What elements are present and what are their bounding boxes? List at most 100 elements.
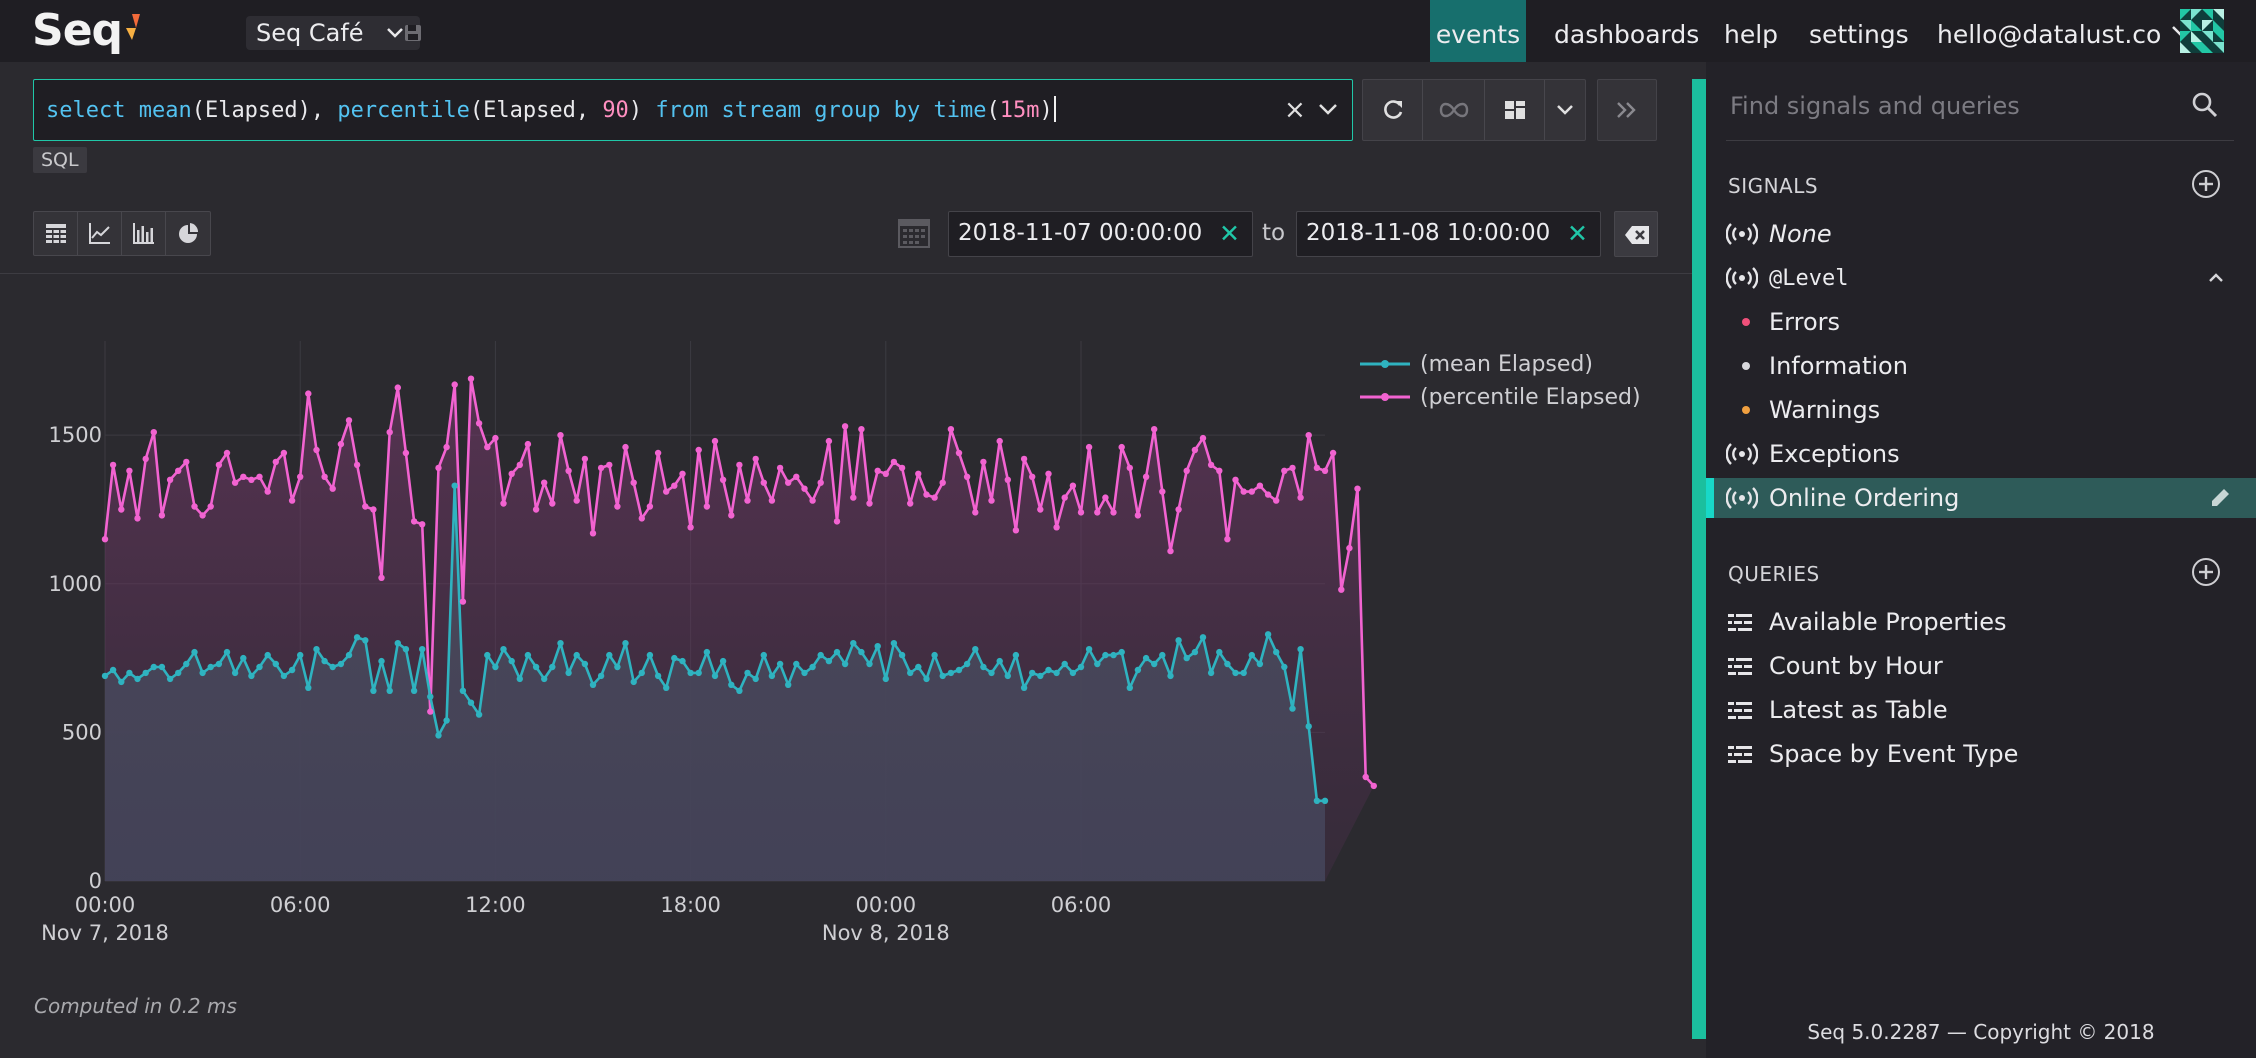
range-start-value[interactable]: 2018-11-07 00:00:00: [958, 220, 1202, 246]
signal-search-input[interactable]: Find signals and queries: [1730, 92, 2020, 120]
query-item-count-by-hour[interactable]: Count by Hour: [1706, 646, 2256, 686]
collapse-sidebar-button[interactable]: [1597, 79, 1657, 141]
data-point: [272, 458, 279, 466]
range-to-label: to: [1262, 220, 1286, 246]
signal-item-exceptions[interactable]: Exceptions: [1706, 434, 2256, 474]
nav-events[interactable]: events: [1430, 0, 1526, 62]
data-point: [915, 470, 922, 477]
data-point: [687, 669, 694, 677]
data-point: [199, 512, 206, 519]
data-point: [532, 663, 540, 671]
data-point: [1151, 426, 1158, 433]
data-point: [500, 500, 507, 507]
query-list-icon: [1728, 658, 1752, 675]
data-point: [1305, 723, 1312, 730]
x-date-label: Nov 8, 2018: [822, 921, 950, 945]
legend-label: (percentile Elapsed): [1420, 385, 1641, 410]
data-point: [321, 657, 328, 665]
query-item-available-properties[interactable]: Available Properties: [1706, 602, 2256, 642]
data-point: [614, 503, 621, 510]
nav-dashboards[interactable]: dashboards: [1554, 0, 1699, 62]
data-point: [597, 672, 605, 680]
signals-sidebar: Find signals and queries SIGNALS None @L…: [1706, 62, 2256, 1058]
range-end-field[interactable]: 2018-11-08 10:00:00 ✕: [1296, 211, 1601, 257]
signal-item-information[interactable]: Information: [1706, 346, 2256, 386]
add-query-icon[interactable]: [2190, 556, 2222, 588]
query-history-chevron-icon[interactable]: [1318, 103, 1338, 117]
data-point: [524, 651, 532, 659]
search-icon[interactable]: [2192, 92, 2218, 118]
query-token: from stream group by time: [655, 98, 987, 123]
data-point: [719, 476, 727, 483]
range-end-value[interactable]: 2018-11-08 10:00:00: [1306, 220, 1550, 246]
data-point: [931, 651, 938, 659]
table-view-button[interactable]: [34, 212, 78, 255]
user-menu[interactable]: hello@datalust.co: [1937, 0, 2189, 62]
level-dot-errors: [1742, 318, 1750, 326]
add-signal-icon[interactable]: [2190, 168, 2222, 200]
dashboard-options-button[interactable]: [1545, 80, 1585, 140]
query-actions: [1362, 79, 1586, 141]
data-point: [606, 461, 613, 469]
workspace-selector[interactable]: Seq Café: [246, 16, 420, 50]
data-point: [1273, 497, 1280, 504]
y-tick-label: 1000: [49, 572, 102, 596]
data-point: [1297, 494, 1304, 501]
data-point: [158, 512, 166, 519]
data-point: [492, 434, 499, 442]
data-point: [362, 503, 369, 510]
query-item-latest-as-table[interactable]: Latest as Table: [1706, 690, 2256, 730]
calendar-icon[interactable]: [898, 217, 930, 249]
data-point: [329, 663, 336, 671]
data-point: [345, 651, 353, 659]
clear-end-icon[interactable]: ✕: [1567, 221, 1588, 247]
save-workspace-icon[interactable]: [404, 24, 422, 42]
refresh-button[interactable]: [1363, 80, 1423, 140]
data-point: [370, 687, 377, 694]
seq-logo[interactable]: Seq: [32, 5, 123, 56]
add-to-dashboard-button[interactable]: [1485, 80, 1545, 140]
clear-range-button[interactable]: [1614, 211, 1658, 257]
data-point: [1224, 660, 1231, 668]
data-point: [719, 657, 727, 665]
data-point: [264, 488, 271, 495]
bar-chart-button[interactable]: [122, 212, 166, 255]
signal-item-online-ordering[interactable]: Online Ordering: [1706, 478, 2256, 518]
signal-item-none[interactable]: None: [1706, 214, 2256, 254]
line-chart-button[interactable]: [78, 212, 122, 255]
query-text[interactable]: select mean(Elapsed), percentile(Elapsed…: [46, 96, 1056, 123]
query-list-icon: [1728, 702, 1752, 719]
data-point: [1199, 634, 1207, 641]
signals-heading: SIGNALS: [1728, 174, 1819, 198]
clear-start-icon[interactable]: ✕: [1219, 221, 1240, 247]
infinity-icon: [1439, 102, 1468, 118]
y-tick-label: 1500: [49, 423, 102, 447]
signal-group-level[interactable]: @Level: [1706, 258, 2256, 298]
data-point: [638, 669, 645, 677]
data-point: [345, 417, 353, 424]
data-point: [297, 651, 304, 659]
data-point: [256, 663, 263, 671]
signal-item-errors[interactable]: Errors: [1706, 302, 2256, 342]
chevron-up-icon[interactable]: [2208, 272, 2224, 284]
query-item-space-by-event-type[interactable]: Space by Event Type: [1706, 734, 2256, 774]
data-point: [1175, 637, 1182, 644]
query-list-icon: [1728, 614, 1752, 631]
data-point: [1313, 464, 1321, 472]
query-input[interactable]: select mean(Elapsed), percentile(Elapsed…: [33, 79, 1353, 141]
data-point: [996, 437, 1003, 445]
data-point: [1045, 666, 1052, 674]
nav-help[interactable]: help: [1724, 0, 1778, 62]
data-point: [231, 669, 239, 677]
nav-settings[interactable]: settings: [1809, 0, 1909, 62]
edit-pencil-icon[interactable]: [2210, 488, 2230, 508]
pie-chart-button[interactable]: [166, 212, 210, 255]
x-tick-label: 00:00: [75, 893, 136, 917]
signal-item-warnings[interactable]: Warnings: [1706, 390, 2256, 430]
tail-button[interactable]: [1423, 80, 1485, 140]
data-point: [890, 640, 898, 647]
range-start-field[interactable]: 2018-11-07 00:00:00 ✕: [948, 211, 1253, 257]
user-avatar[interactable]: [2180, 9, 2224, 53]
query-token: mean: [138, 98, 192, 123]
clear-query-icon[interactable]: ×: [1284, 96, 1306, 124]
